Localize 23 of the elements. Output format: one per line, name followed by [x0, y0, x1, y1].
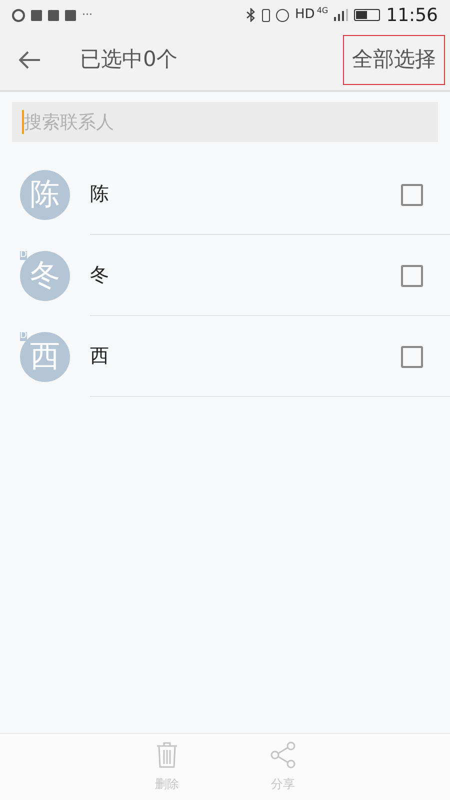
contact-name: 冬 [90, 263, 109, 288]
clock-time: 11:56 [386, 4, 438, 28]
checkbox[interactable] [401, 264, 423, 286]
contact-name: 陈 [90, 182, 109, 208]
text-cursor [22, 110, 24, 134]
more-notifications: ··· [82, 6, 92, 23]
network-type: 4G [316, 5, 328, 17]
select-all-button[interactable]: 全部选择 [343, 35, 445, 85]
checkbox[interactable] [401, 184, 423, 206]
search-field[interactable]: 搜索联系人 [12, 102, 438, 142]
trash-icon [155, 741, 179, 769]
back-arrow-icon [19, 51, 41, 69]
network-label: HD [295, 6, 315, 24]
signal-icon [334, 9, 348, 21]
battery-icon [354, 9, 380, 21]
contact-avatar: 陈 [20, 170, 70, 220]
share-icon [269, 741, 297, 769]
index-letter: D [20, 332, 27, 341]
bluetooth-icon [246, 8, 256, 22]
toolbar-title: 已选中0个 [80, 46, 178, 74]
checkbox[interactable] [401, 346, 423, 368]
index-letter: D [20, 251, 27, 260]
contact-name: 西 [90, 344, 109, 370]
